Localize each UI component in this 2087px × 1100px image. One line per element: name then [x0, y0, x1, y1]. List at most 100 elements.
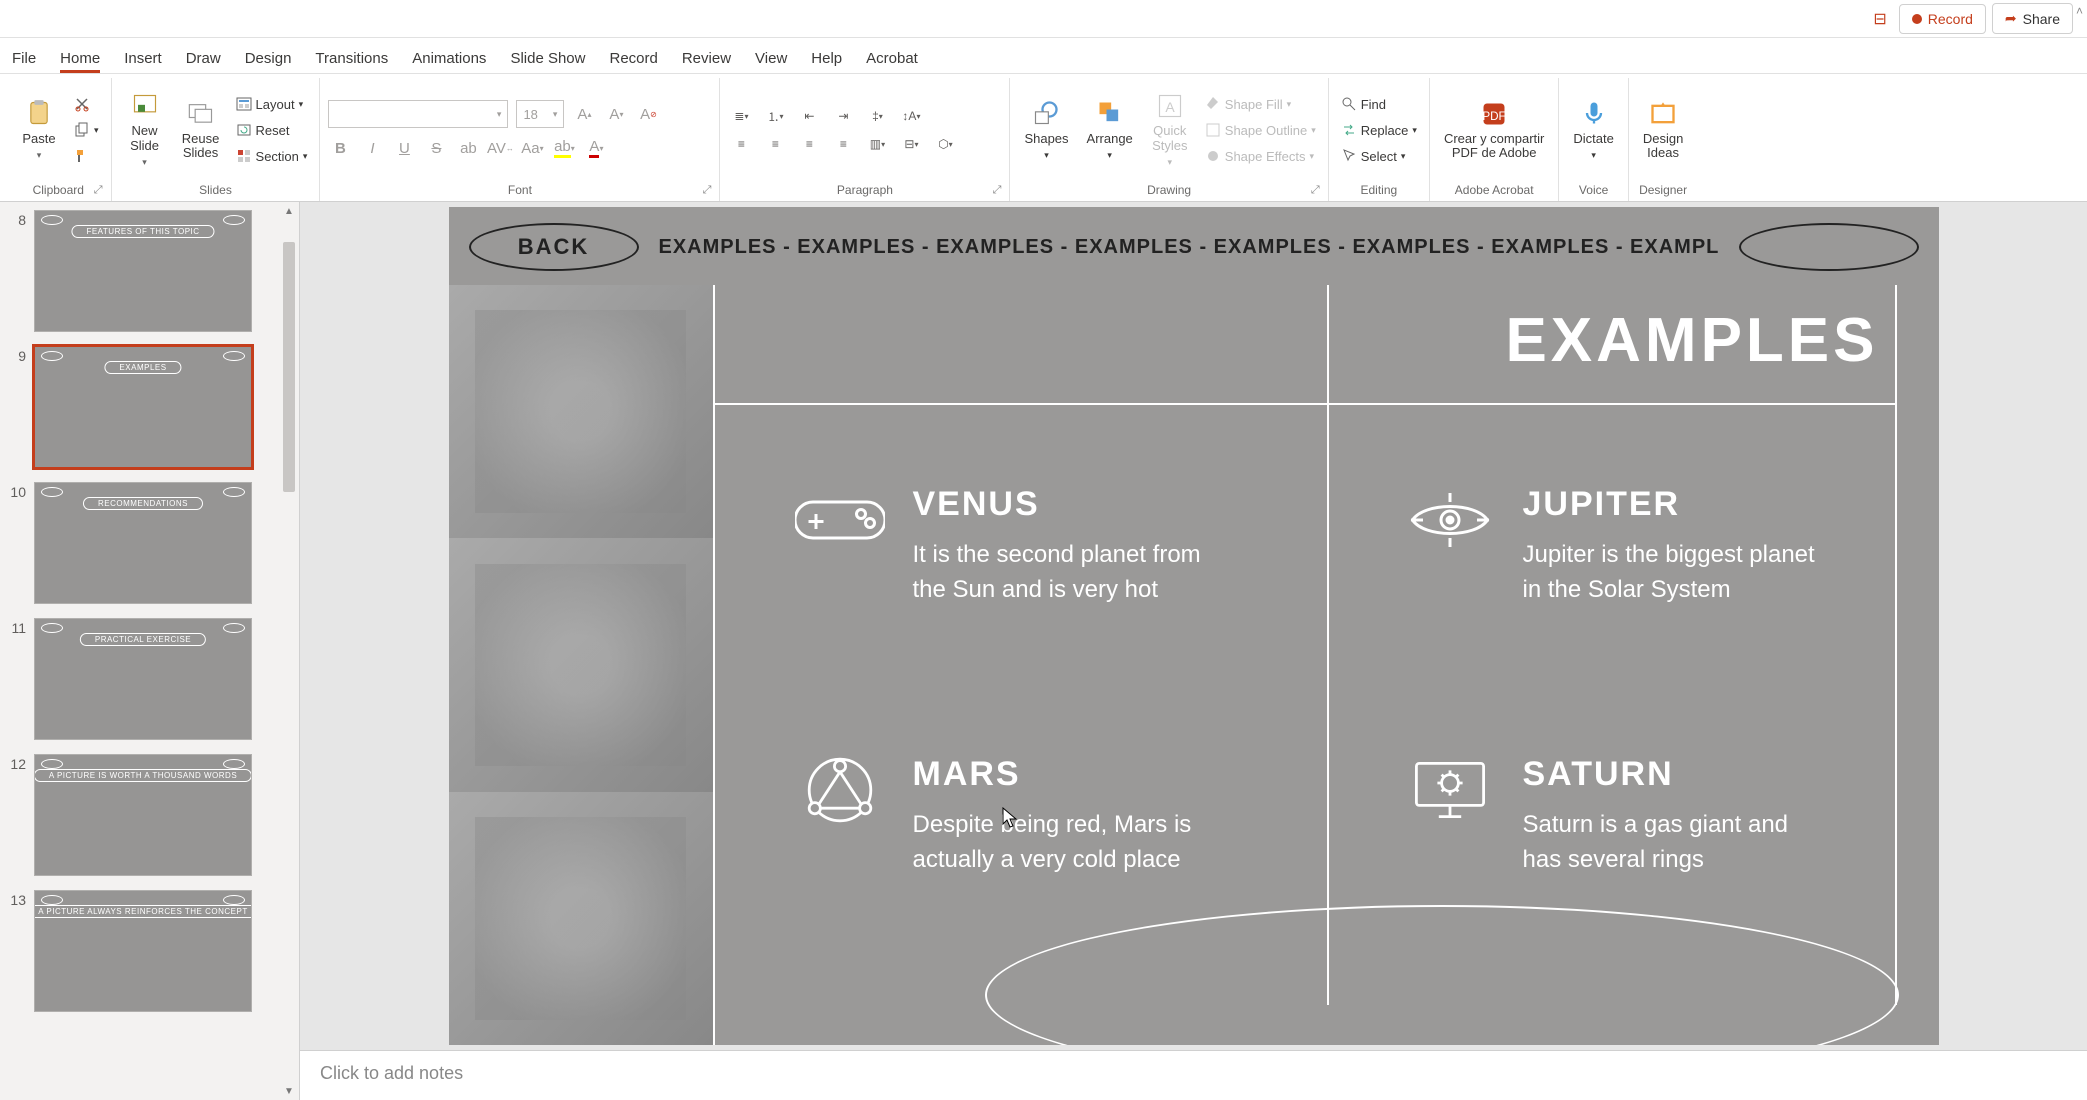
- font-dialog-icon[interactable]: ⤢: [703, 184, 712, 197]
- tab-draw[interactable]: Draw: [186, 50, 221, 73]
- italic-button[interactable]: I: [360, 136, 384, 160]
- align-center-button[interactable]: ≡: [762, 133, 788, 155]
- thumbnail-item[interactable]: 13A PICTURE ALWAYS REINFORCES THE CONCEP…: [4, 890, 275, 1012]
- highlight-button[interactable]: ab▾: [552, 136, 576, 160]
- numbering-button[interactable]: ⒈▾: [762, 105, 788, 127]
- thumbnail-item[interactable]: 8FEATURES OF THIS TOPIC: [4, 210, 275, 332]
- cell-saturn[interactable]: SATURNSaturn is a gas giant and has seve…: [1405, 755, 1823, 878]
- group-slides: New Slide▾ Reuse Slides Layout ▾ Reset S…: [112, 78, 321, 201]
- dictate-button[interactable]: Dictate▾: [1567, 95, 1619, 165]
- tab-record[interactable]: Record: [609, 50, 657, 73]
- tab-acrobat[interactable]: Acrobat: [866, 50, 918, 73]
- paragraph-dialog-icon[interactable]: ⤢: [993, 184, 1002, 197]
- svg-text:A: A: [1165, 99, 1175, 115]
- decrease-font-button[interactable]: A▾: [604, 102, 628, 126]
- empty-oval: [1739, 223, 1919, 271]
- decorative-oval: [985, 905, 1899, 1045]
- font-size-combo[interactable]: 18▾: [516, 100, 564, 128]
- thumbnail-slide[interactable]: RECOMMENDATIONS: [34, 482, 252, 604]
- slide-title[interactable]: EXAMPLES: [1505, 305, 1878, 376]
- align-left-button[interactable]: ≡: [728, 133, 754, 155]
- copy-button[interactable]: ▾: [70, 120, 103, 140]
- select-button[interactable]: Select ▾: [1337, 146, 1421, 166]
- collapse-ribbon-icon[interactable]: ˄: [2076, 4, 2083, 18]
- scroll-down-icon[interactable]: ▼: [279, 1082, 299, 1100]
- share-button[interactable]: ➦Share: [1992, 3, 2073, 34]
- align-right-button[interactable]: ≡: [796, 133, 822, 155]
- marquee-text: EXAMPLES - EXAMPLES - EXAMPLES - EXAMPLE…: [659, 236, 1719, 259]
- drawing-dialog-icon[interactable]: ⤢: [1311, 184, 1320, 197]
- underline-button[interactable]: U: [392, 136, 416, 160]
- tab-design[interactable]: Design: [245, 50, 292, 73]
- tab-home[interactable]: Home: [60, 50, 100, 73]
- comments-button[interactable]: ⊟: [1867, 3, 1892, 35]
- cut-button[interactable]: [70, 94, 103, 114]
- replace-button[interactable]: Replace ▾: [1337, 120, 1421, 140]
- thumbnail-slide[interactable]: PRACTICAL EXERCISE: [34, 618, 252, 740]
- back-oval[interactable]: BACK: [469, 223, 639, 271]
- strikethrough-button[interactable]: S: [424, 136, 448, 160]
- workspace: 8FEATURES OF THIS TOPIC 9EXAMPLES 10RECOMM…: [0, 202, 2087, 1100]
- shapes-button[interactable]: Shapes▾: [1018, 95, 1074, 165]
- scroll-handle[interactable]: [283, 242, 295, 492]
- line-spacing-button[interactable]: ‡▾: [864, 105, 890, 127]
- tab-review[interactable]: Review: [682, 50, 731, 73]
- thumbnail-scrollbar[interactable]: ▲ ▼: [279, 202, 299, 1100]
- arrange-button[interactable]: Arrange▾: [1081, 95, 1139, 165]
- thumbnail-item[interactable]: 9EXAMPLES: [4, 346, 275, 468]
- adobe-pdf-button[interactable]: PDF Crear y compartir PDF de Adobe: [1438, 96, 1550, 165]
- reuse-slides-button[interactable]: Reuse Slides: [176, 96, 226, 165]
- tab-file[interactable]: File: [12, 50, 36, 73]
- thumbnail-slide[interactable]: EXAMPLES: [34, 346, 252, 468]
- quick-styles-button[interactable]: AQuick Styles▾: [1145, 88, 1195, 172]
- section-button[interactable]: Section ▾: [232, 146, 312, 166]
- char-spacing-button[interactable]: AV↔: [488, 136, 512, 160]
- align-text-button[interactable]: ⊟▾: [898, 133, 924, 155]
- design-ideas-button[interactable]: Design Ideas: [1637, 96, 1689, 165]
- thumbnail-item[interactable]: 10RECOMMENDATIONS: [4, 482, 275, 604]
- tab-animations[interactable]: Animations: [412, 50, 486, 73]
- font-name-combo[interactable]: ▾: [328, 100, 508, 128]
- increase-indent-button[interactable]: ⇥: [830, 105, 856, 127]
- smartart-button[interactable]: ⬡▾: [932, 133, 958, 155]
- shape-effects-button[interactable]: Shape Effects ▾: [1201, 146, 1320, 166]
- thumbnail-slide[interactable]: FEATURES OF THIS TOPIC: [34, 210, 252, 332]
- notes-pane[interactable]: Click to add notes: [300, 1050, 2087, 1100]
- thumbnail-item[interactable]: 12A PICTURE IS WORTH A THOUSAND WORDS: [4, 754, 275, 876]
- cell-venus[interactable]: VENUSIt is the second planet from the Su…: [795, 485, 1213, 608]
- slide-canvas[interactable]: BACK EXAMPLES - EXAMPLES - EXAMPLES - EX…: [449, 207, 1939, 1045]
- format-painter-button[interactable]: [70, 146, 103, 166]
- tab-insert[interactable]: Insert: [124, 50, 162, 73]
- title-bar: ⊟ Record ➦Share: [0, 0, 2087, 38]
- bullets-button[interactable]: ≣▾: [728, 105, 754, 127]
- new-slide-button[interactable]: New Slide▾: [120, 88, 170, 172]
- tab-slide-show[interactable]: Slide Show: [510, 50, 585, 73]
- group-adobe: PDF Crear y compartir PDF de Adobe Adobe…: [1430, 78, 1559, 201]
- shape-outline-button[interactable]: Shape Outline ▾: [1201, 120, 1320, 140]
- shape-fill-button[interactable]: Shape Fill ▾: [1201, 94, 1320, 114]
- tab-view[interactable]: View: [755, 50, 787, 73]
- text-direction-button[interactable]: ↕A▾: [898, 105, 924, 127]
- tab-transitions[interactable]: Transitions: [315, 50, 388, 73]
- change-case-button[interactable]: Aa▾: [520, 136, 544, 160]
- bold-button[interactable]: B: [328, 136, 352, 160]
- thumbnail-slide[interactable]: A PICTURE ALWAYS REINFORCES THE CONCEPT: [34, 890, 252, 1012]
- scroll-up-icon[interactable]: ▲: [279, 202, 299, 220]
- cell-jupiter[interactable]: JUPITERJupiter is the biggest planet in …: [1405, 485, 1823, 608]
- justify-button[interactable]: ≡: [830, 133, 856, 155]
- clear-formatting-button[interactable]: A⊘: [636, 102, 660, 126]
- increase-font-button[interactable]: A▴: [572, 102, 596, 126]
- find-button[interactable]: Find: [1337, 94, 1421, 114]
- layout-button[interactable]: Layout ▾: [232, 94, 312, 114]
- reset-button[interactable]: Reset: [232, 120, 312, 140]
- clipboard-dialog-icon[interactable]: ⤢: [94, 184, 103, 197]
- columns-button[interactable]: ▥▾: [864, 133, 890, 155]
- shadow-button[interactable]: ab: [456, 136, 480, 160]
- thumbnail-slide[interactable]: A PICTURE IS WORTH A THOUSAND WORDS: [34, 754, 252, 876]
- record-button[interactable]: Record: [1899, 4, 1986, 34]
- thumbnail-item[interactable]: 11PRACTICAL EXERCISE: [4, 618, 275, 740]
- paste-button[interactable]: Paste▾: [14, 95, 64, 165]
- tab-help[interactable]: Help: [811, 50, 842, 73]
- decrease-indent-button[interactable]: ⇤: [796, 105, 822, 127]
- font-color-button[interactable]: A▾: [584, 136, 608, 160]
